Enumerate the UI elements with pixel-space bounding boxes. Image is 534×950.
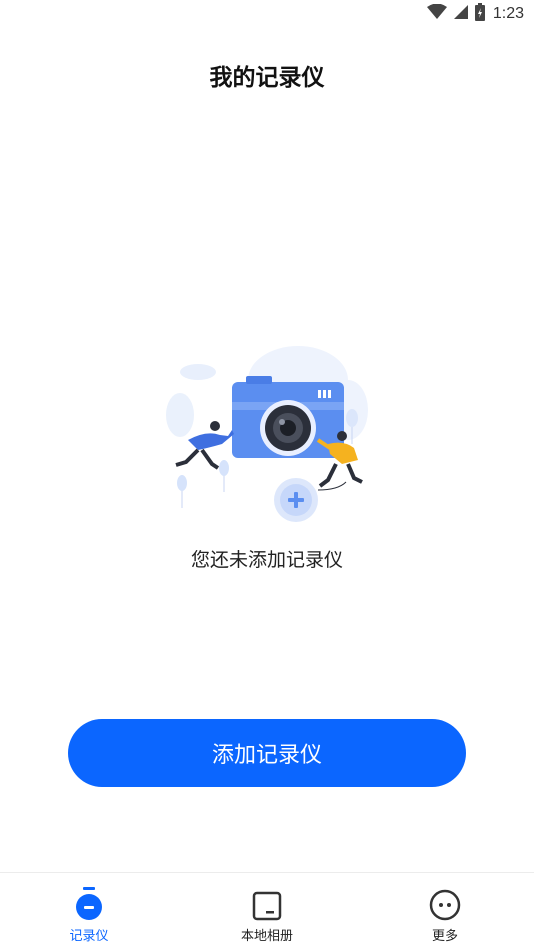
tab-more-label: 更多 [431, 929, 458, 944]
cellular-signal-icon [453, 4, 469, 24]
tab-local-album-label: 本地相册 [240, 929, 293, 944]
add-recorder-button[interactable]: 添加记录仪 [68, 719, 466, 787]
status-icons: 1:23 [426, 3, 524, 25]
page-title: 我的记录仪 [209, 65, 325, 91]
status-bar: 1:23 [0, 0, 534, 28]
empty-state-illustration [158, 340, 373, 530]
tab-local-album[interactable]: 本地相册 [207, 873, 327, 950]
tab-recorder[interactable]: 记录仪 [29, 873, 149, 950]
more-icon [429, 887, 461, 921]
battery-icon [474, 3, 485, 25]
album-icon [252, 887, 282, 921]
recorder-icon [74, 887, 104, 921]
wifi-icon [426, 3, 447, 24]
bottom-tab-bar: 记录仪 本地相册 更多 [0, 872, 534, 950]
status-time: 1:23 [492, 5, 524, 22]
tab-recorder-label: 记录仪 [69, 929, 109, 944]
empty-state-message: 您还未添加记录仪 [190, 549, 343, 571]
tab-more[interactable]: 更多 [385, 873, 505, 950]
